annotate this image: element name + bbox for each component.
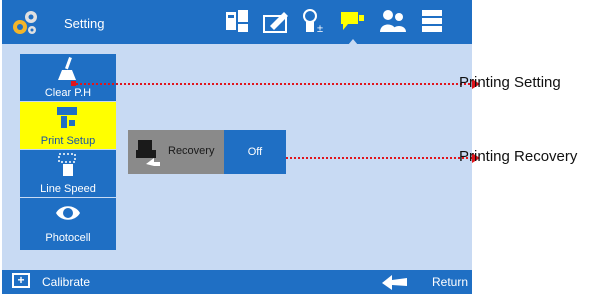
menu-item-label: Photocell: [45, 232, 91, 244]
print-setup-icon: [55, 104, 81, 130]
menu-item-line-speed[interactable]: Line Speed: [20, 150, 116, 198]
bottom-bar: + Calibrate Return: [2, 270, 472, 294]
users-icon[interactable]: [378, 6, 406, 36]
broom-icon: [55, 56, 81, 82]
recovery-setting[interactable]: Recovery: [128, 130, 224, 174]
print-setup-icon[interactable]: [338, 6, 366, 45]
line-speed-icon: [55, 152, 81, 178]
menu-item-label: Line Speed: [40, 183, 96, 195]
menu-item-clear-ph[interactable]: Clear P.H: [20, 54, 116, 102]
top-bar: Setting ±: [2, 0, 472, 45]
menu-item-label: Clear P.H: [44, 87, 92, 99]
calibrate-button[interactable]: Calibrate: [42, 275, 90, 289]
recovery-label: Recovery: [168, 145, 215, 157]
svg-text:±: ±: [317, 23, 323, 35]
edit-message-icon[interactable]: [262, 6, 290, 36]
callout-line-printing-setting: [76, 83, 474, 85]
return-arrow-icon[interactable]: [382, 274, 408, 290]
page-title: Setting: [64, 16, 105, 31]
system-settings-icon[interactable]: [224, 6, 252, 36]
menu-item-print-setup[interactable]: Print Setup: [20, 102, 116, 150]
menu-item-label: Print Setup: [40, 135, 96, 147]
recovery-value[interactable]: Off: [224, 130, 286, 174]
printing-setting-annotation: Printing Setting: [459, 74, 561, 91]
settings-gears-icon: [10, 8, 40, 38]
return-button[interactable]: Return: [432, 275, 468, 289]
printer-recovery-icon: [134, 138, 162, 171]
menu-item-photocell[interactable]: Photocell: [20, 198, 116, 246]
callout-line-printing-recovery: [286, 157, 476, 159]
user-management-icon[interactable]: ±: [300, 6, 328, 36]
eye-icon: [55, 200, 81, 226]
device-screen: Setting ± Clear P.H Print Setup Line Spe…: [2, 0, 472, 294]
database-icon[interactable]: [418, 6, 446, 36]
printing-recovery-annotation: Printing Recovery: [459, 148, 578, 165]
calibrate-icon[interactable]: +: [12, 273, 30, 288]
